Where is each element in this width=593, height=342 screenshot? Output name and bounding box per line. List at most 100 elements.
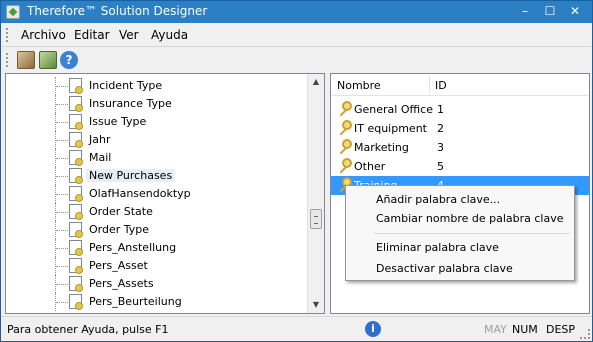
tree-item[interactable]: Pers_Anstellung: [6, 239, 309, 257]
tree-connector: [56, 230, 68, 231]
tree-item[interactable]: Jahr: [6, 131, 309, 149]
tree-connector: [56, 158, 68, 159]
keyword-id: 2: [437, 122, 444, 135]
menu-item-add-keyword[interactable]: Añadir palabra clave...: [376, 193, 500, 206]
document-type-icon: [69, 258, 83, 274]
deploy-tool-icon[interactable]: [39, 51, 57, 69]
document-type-icon: [69, 204, 83, 220]
column-header-id[interactable]: ID: [435, 79, 447, 92]
tree-item-label: Pers_Anstellung: [89, 241, 177, 254]
document-type-icon: [69, 114, 83, 130]
resize-grip-icon[interactable]: [580, 329, 590, 339]
document-type-icon: [69, 276, 83, 292]
column-separator[interactable]: [429, 76, 430, 94]
tree-item[interactable]: Incident Type: [6, 77, 309, 95]
minimize-icon[interactable]: –: [517, 4, 533, 18]
scroll-lock-indicator: DESP: [546, 323, 576, 336]
tree-item-label: New Purchases: [86, 169, 176, 182]
document-type-icon: [69, 96, 83, 112]
document-type-icon: [69, 168, 83, 184]
tree-item[interactable]: Order Type: [6, 221, 309, 239]
keyword-id: 1: [437, 103, 444, 116]
column-header-nombre[interactable]: Nombre: [337, 79, 381, 92]
app-logo-icon: [6, 5, 20, 19]
document-type-icon: [69, 132, 83, 148]
tree-view[interactable]: Incident Type Insurance Type Issue Type …: [5, 73, 325, 314]
toolbar-grip[interactable]: [6, 53, 9, 67]
menu-separator: [374, 233, 570, 234]
help-icon[interactable]: ?: [60, 51, 78, 69]
tree-connector: [56, 266, 68, 267]
key-icon: [336, 101, 354, 117]
close-icon[interactable]: ✕: [567, 4, 583, 18]
document-type-icon: [69, 186, 83, 202]
tree-item-label: Issue Type: [89, 115, 147, 128]
tree-item[interactable]: Insurance Type: [6, 95, 309, 113]
menu-bar: Archivo Editar Ver Ayuda: [1, 23, 592, 47]
info-icon[interactable]: i: [365, 321, 381, 337]
scroll-up-icon[interactable]: ▲: [308, 74, 324, 90]
menu-ver[interactable]: Ver: [119, 28, 139, 42]
menubar-grip[interactable]: [6, 28, 9, 42]
tree-item[interactable]: Mail: [6, 149, 309, 167]
keyword-name: IT equipment: [354, 122, 427, 135]
tree-item-label: Mail: [89, 151, 112, 164]
tree-connector: [56, 86, 68, 87]
menu-ayuda[interactable]: Ayuda: [151, 28, 188, 42]
tree-connector: [56, 212, 68, 213]
menu-item-rename-keyword[interactable]: Cambiar nombre de palabra clave: [376, 212, 564, 225]
tree-item[interactable]: Pers_Beurteilung: [6, 293, 309, 311]
tree-item-label: Pers_Assets: [89, 277, 154, 290]
tree-scrollbar[interactable]: ▲ ▼: [307, 74, 324, 313]
tree-item-label: Order State: [89, 205, 153, 218]
tree-item[interactable]: OlafHansendoktyp: [6, 185, 309, 203]
key-icon: [336, 158, 354, 174]
scroll-thumb[interactable]: [310, 209, 322, 229]
key-icon: [336, 120, 354, 136]
keyword-name: Marketing: [354, 141, 409, 154]
keyword-id: 3: [437, 141, 444, 154]
scroll-down-icon[interactable]: ▼: [308, 297, 324, 313]
tree-connector: [56, 140, 68, 141]
num-lock-indicator: NUM: [512, 323, 538, 336]
tree-connector: [56, 194, 68, 195]
document-type-icon: [69, 240, 83, 256]
list-item[interactable]: Marketing 3: [331, 138, 589, 157]
tree-item-label: Insurance Type: [89, 97, 172, 110]
tree-item[interactable]: Pers_Asset: [6, 257, 309, 275]
tree-item-label: Order Type: [89, 223, 150, 236]
list-item[interactable]: General Office 1: [331, 100, 589, 119]
tree-connector: [56, 176, 68, 177]
document-type-icon: [69, 150, 83, 166]
toolbar: ?: [1, 47, 592, 73]
context-menu: Añadir palabra clave... Cambiar nombre d…: [345, 185, 575, 281]
list-item[interactable]: IT equipment 2: [331, 119, 589, 138]
tree-item[interactable]: Issue Type: [6, 113, 309, 131]
keyword-name: Other: [354, 160, 386, 173]
list-item[interactable]: Other 5: [331, 157, 589, 176]
menu-item-deactivate-keyword[interactable]: Desactivar palabra clave: [376, 262, 513, 275]
tree-item[interactable]: Pers_Assets: [6, 275, 309, 293]
title-bar[interactable]: Therefore™ Solution Designer – ☐ ✕: [1, 1, 592, 23]
key-icon: [336, 139, 354, 155]
design-tool-icon[interactable]: [17, 51, 35, 69]
menu-archivo[interactable]: Archivo: [21, 28, 66, 42]
tree-connector: [56, 284, 68, 285]
tree-item-label: Jahr: [89, 133, 111, 146]
keyword-id: 5: [437, 160, 444, 173]
tree-item[interactable]: Order State: [6, 203, 309, 221]
maximize-icon[interactable]: ☐: [542, 4, 558, 18]
tree-connector: [56, 104, 68, 105]
tree-item[interactable]: New Purchases: [6, 167, 309, 185]
menu-item-delete-keyword[interactable]: Eliminar palabra clave: [376, 241, 499, 254]
tree-connector: [56, 302, 68, 303]
status-text: Para obtener Ayuda, pulse F1: [7, 323, 169, 336]
tree-item-label: Pers_Beurteilung: [89, 295, 182, 308]
tree-connector: [56, 122, 68, 123]
tree-item-label: Incident Type: [89, 79, 163, 92]
document-type-icon: [69, 222, 83, 238]
tree-item-label: OlafHansendoktyp: [89, 187, 191, 200]
menu-editar[interactable]: Editar: [74, 28, 110, 42]
document-type-icon: [69, 78, 83, 94]
window-title: Therefore™ Solution Designer: [27, 4, 208, 18]
